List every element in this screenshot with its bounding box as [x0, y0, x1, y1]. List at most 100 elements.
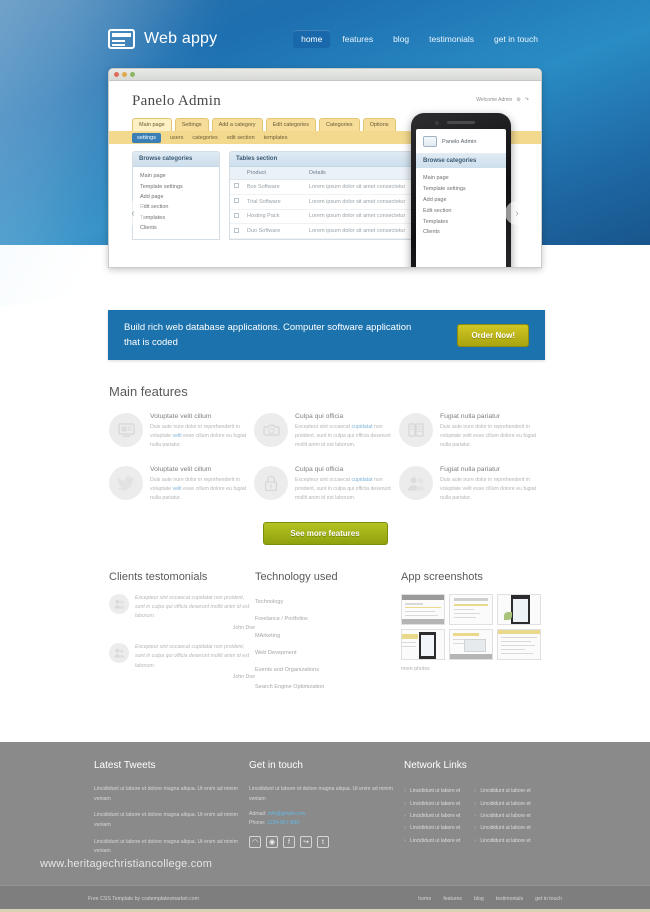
footer-nav-testimonials[interactable]: testimonials [496, 896, 523, 902]
row-checkbox-cell[interactable] [230, 179, 243, 195]
footer-nav-features[interactable]: features [443, 896, 462, 902]
network-link[interactable]: Lincididunt ut labore et [474, 810, 530, 822]
contact-email-link[interactable]: info@gmail.com [268, 811, 305, 817]
testimonial-quote: Excepteur sint occaecat cupidatat non pr… [135, 644, 250, 669]
nav-blog[interactable]: blog [385, 30, 417, 48]
table-header-select [230, 167, 243, 180]
rss-icon[interactable]: ◠ [249, 836, 261, 849]
tweet-item: Lincididunt ut labore et dolore magna al… [94, 838, 238, 855]
nav-home[interactable]: home [293, 30, 331, 48]
tech-item-events-organizations[interactable]: Events and Organizations [255, 662, 401, 679]
feature-inline-link[interactable]: cupidatat [352, 477, 373, 483]
social-icon-bar: ◠ ◉ f ↪ t [249, 836, 404, 849]
subnav-users[interactable]: users [170, 135, 183, 141]
tech-item-technology[interactable]: Technology [255, 594, 401, 611]
checkbox-icon[interactable] [234, 183, 239, 189]
tech-item-marketing[interactable]: MArketing [255, 628, 401, 645]
network-link[interactable]: Lincididunt ut labore et [474, 785, 530, 797]
panel-tab-options[interactable]: Options [362, 118, 396, 131]
phone-item-template-settings[interactable]: Template settings [423, 184, 506, 195]
feature-inline-link[interactable]: cupidatat [352, 424, 373, 430]
slider-prev-arrow-icon[interactable]: ‹ [121, 201, 145, 225]
browse-item-template-settings[interactable]: Template settings [140, 181, 219, 191]
panel-tab-categories[interactable]: Categories [318, 118, 360, 131]
subnav-settings[interactable]: settings [132, 132, 161, 143]
tweet-item: Lincididunt ut labore et dolore magna al… [94, 812, 238, 828]
browse-item-clients[interactable]: Clients [140, 223, 219, 233]
panel-tab-add-a-category[interactable]: Add a category [211, 118, 263, 131]
testimonial-quote: Excepteur sint occaecat cupidatat non pr… [135, 594, 250, 620]
network-link[interactable]: Lincididunt ut labore et [404, 810, 460, 822]
feature-card: Culpa qui officia Excepteur sint occaeca… [254, 466, 399, 503]
screenshot-thumb[interactable] [497, 628, 541, 660]
nav-features[interactable]: features [334, 30, 381, 48]
admin-panel: Panelo Admin Welcome Admin ⚙ ↷ Main page… [109, 81, 541, 267]
footer-nav-get-in-touch[interactable]: get in touch [535, 896, 562, 902]
network-link[interactable]: Lincididunt ut labore et [404, 785, 460, 797]
slider-next-arrow-icon[interactable]: › [505, 201, 529, 225]
contact-email-line: Admail: info@gmail.com [249, 811, 404, 817]
subnav-templates[interactable]: templates [264, 135, 288, 141]
credit-text: Free CSS Template by csstemplatesmarket.… [88, 896, 199, 902]
row-checkbox-cell[interactable] [230, 194, 243, 210]
phone-item-clients[interactable]: Clients [423, 227, 506, 238]
screenshot-thumb[interactable] [449, 593, 493, 625]
testimonial-body: Excepteur sint occaecat cupidatat non pr… [135, 594, 255, 633]
screenshot-thumb[interactable] [449, 628, 493, 660]
lock-icon [254, 466, 288, 501]
network-link[interactable]: Lincididunt ut labore et [474, 822, 530, 834]
checkbox-icon[interactable] [234, 198, 239, 204]
more-photos-link[interactable]: more photos [401, 666, 547, 672]
feature-inline-link[interactable]: velit [173, 486, 182, 492]
tech-item-freelance-portfolios[interactable]: Freelance / Portfolios [255, 611, 401, 628]
nav-testimonials[interactable]: testimonials [421, 30, 482, 48]
panel-tab-main-page[interactable]: Main page [132, 118, 172, 131]
nav-get-in-touch[interactable]: get in touch [486, 30, 546, 48]
network-link[interactable]: Lincididunt ut labore et [404, 835, 460, 847]
phone-item-main-page[interactable]: Main page [423, 173, 506, 184]
settings-gear-icon[interactable]: ⚙ [516, 97, 520, 103]
feature-inline-link[interactable]: velit [173, 433, 182, 439]
screenshot-thumb[interactable] [401, 593, 445, 625]
row-checkbox-cell[interactable] [230, 223, 243, 240]
browse-item-edit-section[interactable]: Edit section [140, 202, 219, 212]
checkbox-icon[interactable] [234, 212, 239, 218]
facebook-icon[interactable]: f [283, 836, 295, 849]
browse-item-main-page[interactable]: Main page [140, 171, 219, 181]
phone-item-add-page[interactable]: Add page [423, 195, 506, 206]
browser-window-icon [423, 136, 437, 147]
contact-phone-link[interactable]: 1234-567-890 [267, 820, 299, 826]
see-more-features-button[interactable]: See more features [262, 521, 388, 545]
tech-item-web-development[interactable]: Web Devepment [255, 645, 401, 662]
users-icon [399, 466, 433, 501]
share-icon[interactable]: ↪ [300, 836, 312, 849]
row-checkbox-cell[interactable] [230, 209, 243, 225]
screenshot-thumb[interactable] [497, 593, 541, 625]
subnav-categories[interactable]: categories [192, 135, 217, 141]
tech-item-seo[interactable]: Search Engine Optimization [255, 679, 401, 696]
network-link[interactable]: Lincididunt ut labore et [404, 797, 460, 809]
tumblr-icon[interactable]: t [317, 836, 329, 849]
latest-tweets-heading: Latest Tweets [94, 760, 156, 771]
screenshot-thumb[interactable] [401, 628, 445, 660]
flickr-icon[interactable]: ◉ [266, 836, 278, 849]
get-in-touch-heading: Get in touch [249, 760, 303, 771]
footer-nav-blog[interactable]: blog [474, 896, 484, 902]
panel-tab-settings[interactable]: Settings [174, 118, 209, 131]
order-now-button[interactable]: Order Now! [457, 323, 529, 347]
checkbox-icon[interactable] [234, 227, 239, 233]
logout-icon[interactable]: ↷ [525, 97, 529, 103]
panel-tab-edit-categories[interactable]: Edit categories [265, 118, 316, 131]
table-header-product: Product [243, 167, 305, 180]
site-logo[interactable]: Web appy [108, 29, 217, 49]
phone-item-edit-section[interactable]: Edit section [423, 205, 506, 216]
network-link[interactable]: Lincididunt ut labore et [474, 797, 530, 809]
network-link[interactable]: Lincididunt ut labore et [404, 822, 460, 834]
subnav-edit-section[interactable]: edit section [227, 135, 255, 141]
browse-item-add-page[interactable]: Add page [140, 192, 219, 202]
feature-card: Voluptate velit cillum Duis aute irure d… [109, 466, 254, 503]
phone-item-templates[interactable]: Templates [423, 216, 506, 227]
browse-item-templates[interactable]: Templates [140, 213, 219, 223]
footer-nav-home[interactable]: home [418, 896, 431, 902]
network-link[interactable]: Lincididunt ut labore et [474, 835, 530, 847]
